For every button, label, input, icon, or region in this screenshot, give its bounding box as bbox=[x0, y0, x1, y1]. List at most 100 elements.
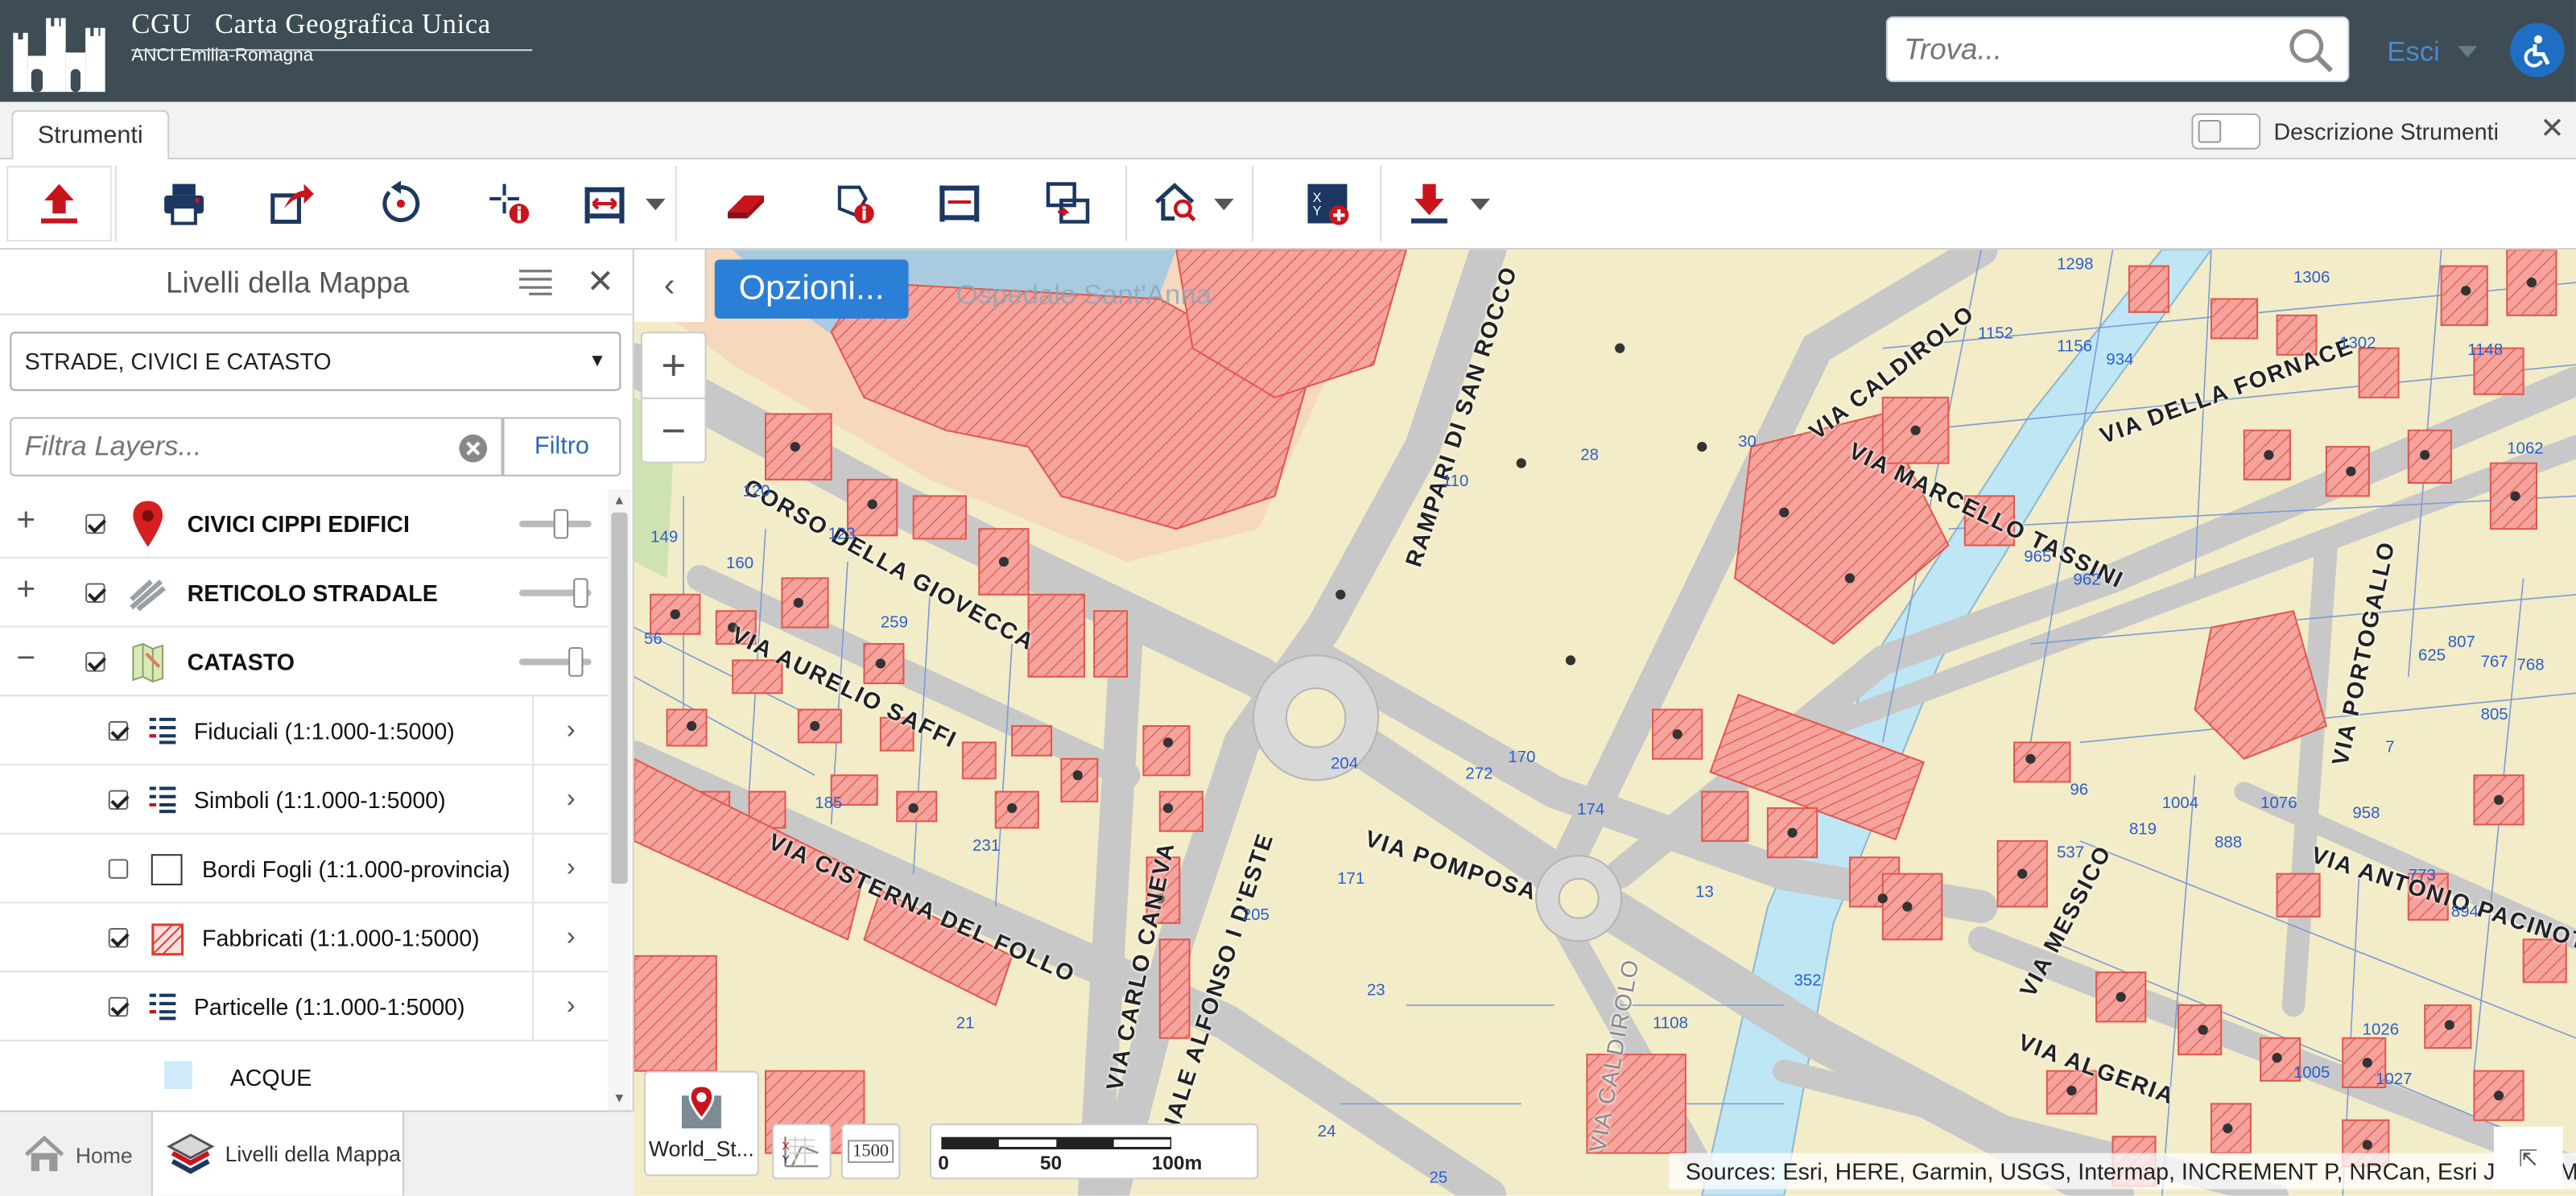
parcel-number: 965 bbox=[2024, 548, 2052, 567]
accessibility-icon[interactable] bbox=[2510, 23, 2565, 77]
sublayer-checkbox[interactable] bbox=[108, 859, 129, 879]
coordinates-grid-icon[interactable]: XY bbox=[772, 1123, 832, 1180]
chevron-right-icon[interactable]: › bbox=[532, 696, 608, 766]
home-icon bbox=[24, 1135, 64, 1172]
sublayer-checkbox[interactable] bbox=[108, 928, 129, 948]
opacity-handle[interactable] bbox=[568, 647, 583, 677]
sublayer-checkbox[interactable] bbox=[108, 996, 129, 1017]
measure-dropdown-chevron-icon[interactable] bbox=[646, 198, 666, 211]
layer-list-scrollbar[interactable]: ▲ ▼ bbox=[608, 489, 631, 1111]
filter-layers-input[interactable] bbox=[11, 419, 439, 475]
parcel-number: 1298 bbox=[2057, 256, 2094, 274]
filter-button[interactable]: Filtro bbox=[502, 417, 621, 476]
svg-text:X: X bbox=[782, 1140, 790, 1153]
svg-text:Y: Y bbox=[782, 1153, 790, 1166]
chevron-right-icon[interactable]: › bbox=[532, 903, 608, 973]
tab-home[interactable]: Home bbox=[6, 1112, 151, 1196]
collapse-icon[interactable]: − bbox=[16, 641, 35, 678]
parcel-number: 259 bbox=[880, 614, 908, 633]
tab-home-label: Home bbox=[75, 1142, 133, 1167]
tools-tab-bar: Strumenti Descrizione Strumenti ✕ bbox=[0, 101, 2576, 161]
legend-hatched-square-icon bbox=[151, 923, 184, 956]
legend-list-icon bbox=[149, 993, 176, 1021]
search-input[interactable] bbox=[1887, 18, 2266, 80]
legend-empty-square-icon bbox=[151, 854, 183, 885]
basemap-switcher[interactable]: World_St... bbox=[643, 1070, 759, 1177]
expand-icon[interactable]: + bbox=[16, 571, 35, 609]
measure-area-icon[interactable] bbox=[907, 166, 1013, 241]
zoom-out-button[interactable]: − bbox=[642, 397, 705, 462]
print-icon[interactable] bbox=[131, 166, 237, 241]
address-search-icon[interactable] bbox=[1124, 166, 1229, 241]
coordinates-add-icon[interactable]: XY bbox=[1275, 166, 1381, 241]
layer-checkbox[interactable] bbox=[85, 513, 105, 534]
parcel-number: 1152 bbox=[1978, 325, 2014, 344]
chevron-right-icon[interactable]: › bbox=[532, 834, 608, 904]
sublayer-name: Simboli (1:1.000-1:5000) bbox=[193, 786, 446, 814]
expand-attribution-icon[interactable]: ⇱ bbox=[2493, 1126, 2563, 1190]
opacity-slider[interactable] bbox=[518, 578, 592, 608]
scroll-up-icon[interactable]: ▲ bbox=[613, 493, 625, 507]
scale-input[interactable]: 1500 bbox=[840, 1123, 901, 1180]
search-icon[interactable] bbox=[2289, 28, 2334, 74]
sublayer-checkbox[interactable] bbox=[108, 790, 129, 810]
close-icon[interactable]: ✕ bbox=[587, 261, 614, 302]
opacity-slider[interactable] bbox=[518, 509, 592, 539]
parcel-number: 888 bbox=[2214, 834, 2243, 853]
close-icon[interactable]: ✕ bbox=[2540, 112, 2565, 146]
options-button[interactable]: Opzioni... bbox=[714, 259, 909, 319]
download-chevron-icon[interactable] bbox=[1470, 198, 1491, 211]
parcel-number: 272 bbox=[1465, 765, 1493, 784]
parcel-number: 958 bbox=[2352, 804, 2380, 823]
logout-link[interactable]: Esci bbox=[2387, 36, 2440, 69]
eraser-icon[interactable] bbox=[693, 166, 799, 241]
scroll-down-icon[interactable]: ▼ bbox=[613, 1091, 625, 1105]
layer-row: + CIVICI CIPPI EDIFICI bbox=[0, 489, 609, 559]
clear-input-icon[interactable] bbox=[458, 434, 488, 464]
parcel-number: 352 bbox=[1794, 972, 1822, 991]
chevron-left-icon[interactable]: ‹ bbox=[634, 250, 707, 322]
layer-checkbox[interactable] bbox=[85, 652, 105, 672]
chevron-right-icon[interactable]: › bbox=[532, 972, 608, 1041]
parcel-number: 185 bbox=[815, 794, 843, 814]
zoom-control: + − bbox=[640, 332, 707, 464]
opacity-slider[interactable] bbox=[518, 647, 592, 677]
cadastre-map-icon bbox=[132, 642, 164, 683]
download-icon[interactable] bbox=[1377, 166, 1482, 241]
faded-place-label: Ospedale Sant'Anna bbox=[956, 278, 1212, 311]
chevron-down-icon[interactable] bbox=[2458, 46, 2478, 58]
legend-list-icon bbox=[149, 786, 176, 814]
parcel-number: 28 bbox=[1580, 447, 1599, 465]
address-search-chevron-icon[interactable] bbox=[1214, 198, 1234, 211]
parcel-number: 24 bbox=[1317, 1123, 1336, 1142]
tool-descriptions-toggle[interactable] bbox=[2191, 113, 2261, 150]
layer-checkbox[interactable] bbox=[85, 583, 105, 603]
tab-tools[interactable]: Strumenti bbox=[11, 109, 170, 161]
zoom-in-button[interactable]: + bbox=[642, 333, 705, 398]
opacity-handle[interactable] bbox=[553, 509, 569, 539]
scale-bar: 0 50 100m bbox=[930, 1123, 1259, 1180]
tab-map-layers[interactable]: Livelli della Mappa bbox=[151, 1111, 405, 1196]
layer-group-select[interactable]: STRADE, CIVICI E CATASTO ▼ bbox=[10, 332, 621, 391]
scrollbar-thumb[interactable] bbox=[611, 512, 628, 884]
map-canvas[interactable]: Ospedale Sant'Anna CORSO DELLA GIOVECCA … bbox=[634, 250, 2576, 1196]
sublayer-checkbox[interactable] bbox=[108, 720, 129, 741]
expand-icon[interactable]: + bbox=[16, 502, 35, 540]
parcel-number: 25 bbox=[1429, 1169, 1448, 1188]
share-icon[interactable] bbox=[240, 166, 345, 241]
opacity-handle[interactable] bbox=[573, 578, 589, 608]
measure-distance-icon[interactable] bbox=[552, 166, 658, 241]
parcel-number: 7 bbox=[2385, 739, 2395, 757]
list-menu-icon[interactable] bbox=[518, 270, 552, 296]
chevron-right-icon[interactable]: › bbox=[532, 765, 608, 835]
identify-point-icon[interactable] bbox=[456, 166, 562, 241]
road-layer-icon bbox=[130, 579, 167, 612]
identify-shape-icon[interactable] bbox=[802, 166, 907, 241]
compare-icon[interactable] bbox=[1015, 166, 1121, 241]
upload-icon[interactable] bbox=[6, 166, 112, 241]
reset-icon[interactable] bbox=[349, 166, 454, 241]
layer-name: CIVICI CIPPI EDIFICI bbox=[187, 510, 410, 538]
search-box bbox=[1885, 16, 2350, 83]
sublayer-name: Fiduciali (1:1.000-1:5000) bbox=[193, 717, 455, 744]
basemap-map-icon bbox=[681, 1084, 721, 1129]
